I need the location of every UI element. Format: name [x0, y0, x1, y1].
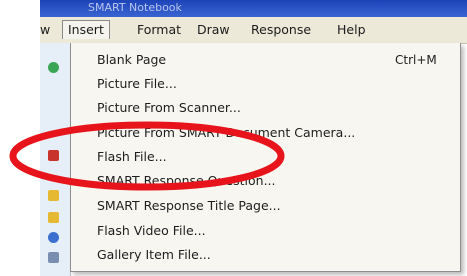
red-highlight-ellipse [9, 121, 285, 191]
screenshot-stage: SMART Notebook w Insert Format Draw Resp… [0, 0, 467, 276]
